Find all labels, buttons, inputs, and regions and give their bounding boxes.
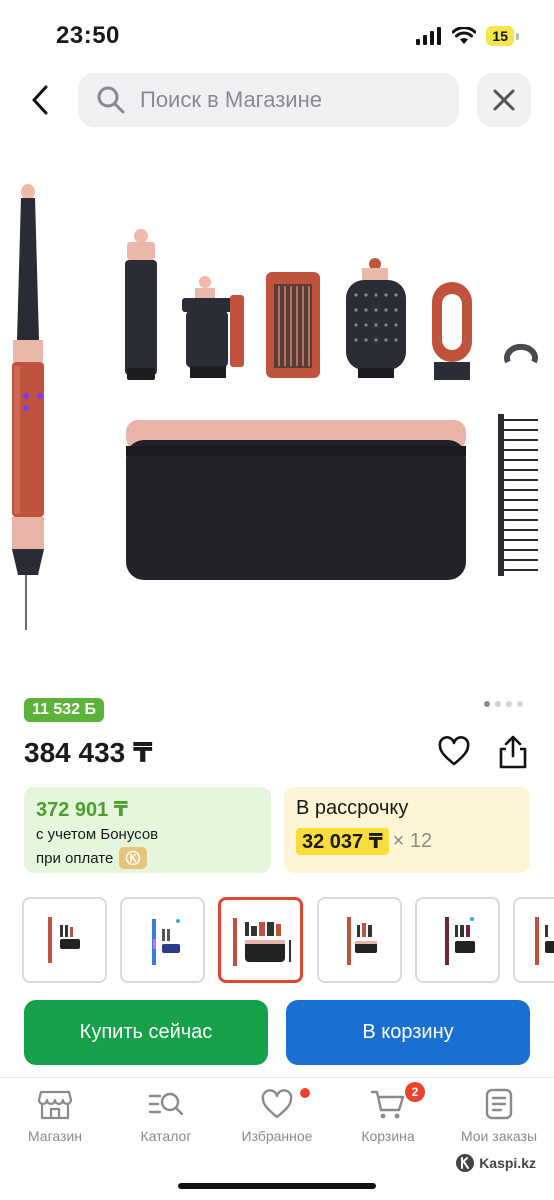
attachment-long-barrel-image bbox=[125, 229, 157, 380]
bonus-price: 372 901 ₸ bbox=[36, 799, 128, 821]
thumbnail[interactable] bbox=[317, 897, 402, 983]
attachment-round-brush-image bbox=[266, 272, 320, 378]
status-icons: 15 bbox=[416, 26, 519, 46]
favorite-button[interactable] bbox=[438, 736, 470, 768]
signal-icon bbox=[416, 27, 442, 45]
close-icon bbox=[493, 89, 515, 111]
clip-image bbox=[504, 343, 538, 364]
close-search-button[interactable] bbox=[477, 73, 531, 127]
cart-count-badge: 2 bbox=[405, 1082, 425, 1102]
search-icon bbox=[97, 86, 125, 114]
orders-icon bbox=[485, 1088, 513, 1120]
tab-cart[interactable]: 2 Корзина bbox=[333, 1082, 443, 1144]
share-icon bbox=[499, 735, 527, 769]
bonus-note-text: с учетом Бонусов bbox=[36, 826, 159, 843]
pager-dot bbox=[484, 701, 490, 707]
thumbnail-strip bbox=[22, 897, 554, 987]
attachment-bristle-brush-image bbox=[346, 258, 406, 378]
bonus-note-line2: при оплате bbox=[36, 847, 259, 869]
tab-shop[interactable]: Магазин bbox=[0, 1088, 110, 1144]
installment-monthly: 32 037 ₸ bbox=[296, 828, 389, 855]
tab-cart-label: Корзина bbox=[361, 1128, 415, 1144]
tab-favorites-label: Избранное bbox=[241, 1128, 313, 1144]
battery-icon: 15 bbox=[486, 26, 519, 46]
pager-dot bbox=[506, 701, 512, 707]
watermark-text: Kaspi.kz bbox=[479, 1155, 536, 1171]
installment-multiplier: × 12 bbox=[392, 830, 433, 852]
styler-wand-image bbox=[12, 184, 44, 630]
add-to-cart-button[interactable]: В корзину bbox=[286, 1000, 530, 1065]
product-image[interactable] bbox=[0, 150, 554, 670]
thumbnail[interactable] bbox=[22, 897, 107, 983]
status-bar: 23:50 15 bbox=[0, 0, 554, 70]
thumbnail[interactable] bbox=[120, 897, 205, 983]
tab-favorites[interactable]: Избранное bbox=[222, 1088, 332, 1144]
heart-icon bbox=[261, 1089, 293, 1119]
search-placeholder: Поиск в Магазине bbox=[140, 87, 322, 112]
shop-icon bbox=[38, 1090, 72, 1120]
image-pager bbox=[484, 701, 523, 707]
pager-dot bbox=[517, 701, 523, 707]
tab-orders-label: Мои заказы bbox=[460, 1128, 538, 1144]
attachment-smoothing-image bbox=[182, 276, 244, 378]
kaspi-watermark: Kaspi.kz bbox=[455, 1153, 536, 1173]
thumbnail[interactable] bbox=[513, 897, 554, 983]
thumbnail[interactable] bbox=[415, 897, 500, 983]
tab-catalog[interactable]: Каталог bbox=[111, 1088, 221, 1144]
heart-icon bbox=[438, 736, 470, 766]
catalog-search-icon bbox=[148, 1092, 184, 1116]
share-button[interactable] bbox=[497, 734, 529, 770]
header: Поиск в Магазине bbox=[0, 70, 554, 130]
back-button[interactable] bbox=[20, 80, 60, 120]
storage-case-image bbox=[126, 420, 466, 580]
kaspi-logo-icon bbox=[456, 1154, 475, 1172]
installment-row: 32 037 ₸ × 12 bbox=[296, 828, 518, 855]
cart-icon bbox=[370, 1090, 405, 1119]
comb-image bbox=[498, 414, 538, 576]
bonus-badge: 11 532 Б bbox=[24, 698, 104, 722]
search-input[interactable]: Поиск в Магазине bbox=[78, 73, 459, 127]
bonus-payment-text: при оплате bbox=[36, 849, 114, 867]
installment-card[interactable]: В рассрочку 32 037 ₸ × 12 bbox=[284, 787, 530, 873]
chevron-left-icon bbox=[32, 85, 48, 115]
tab-shop-label: Магазин bbox=[27, 1128, 82, 1144]
buy-now-button[interactable]: Купить сейчас bbox=[24, 1000, 268, 1065]
tab-orders[interactable]: Мои заказы bbox=[444, 1088, 554, 1144]
bottom-tab-bar: Магазин Каталог Избранное 2 Корзина Мои … bbox=[0, 1077, 554, 1200]
pager-dot bbox=[495, 701, 501, 707]
installment-title: В рассрочку bbox=[296, 797, 409, 819]
attachment-dryer-ring-image bbox=[432, 282, 472, 380]
wifi-icon bbox=[452, 27, 477, 44]
product-price: 384 433 ₸ bbox=[24, 737, 153, 768]
bonus-price-card[interactable]: 372 901 ₸ с учетом Бонусов при оплате bbox=[24, 787, 271, 873]
status-time: 23:50 bbox=[56, 22, 120, 49]
tab-catalog-label: Каталог bbox=[140, 1128, 192, 1144]
bonus-note-line1: с учетом Бонусов bbox=[36, 826, 259, 843]
kaspi-gold-icon bbox=[119, 847, 148, 869]
favorites-dot-badge bbox=[300, 1088, 310, 1098]
home-indicator[interactable] bbox=[178, 1183, 376, 1189]
thumbnail-selected[interactable] bbox=[218, 897, 303, 983]
